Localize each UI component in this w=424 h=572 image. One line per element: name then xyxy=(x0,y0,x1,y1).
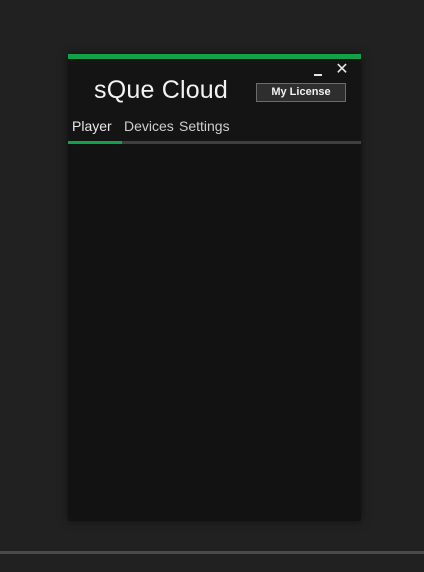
close-icon[interactable]: ✕ xyxy=(334,62,350,78)
tab-devices[interactable]: Devices xyxy=(124,118,174,134)
minimize-icon[interactable] xyxy=(310,62,326,78)
desktop-background: ✕ sQue Cloud My License Player Devices S… xyxy=(0,0,424,572)
tab-player[interactable]: Player xyxy=(72,118,112,134)
window-accent-bar xyxy=(68,54,361,59)
taskbar-edge xyxy=(0,551,424,554)
app-title: sQue Cloud xyxy=(94,76,229,104)
tab-settings[interactable]: Settings xyxy=(179,118,230,134)
my-license-button[interactable]: My License xyxy=(256,83,346,102)
player-content-area xyxy=(68,144,361,521)
app-window: ✕ sQue Cloud My License Player Devices S… xyxy=(68,54,361,521)
